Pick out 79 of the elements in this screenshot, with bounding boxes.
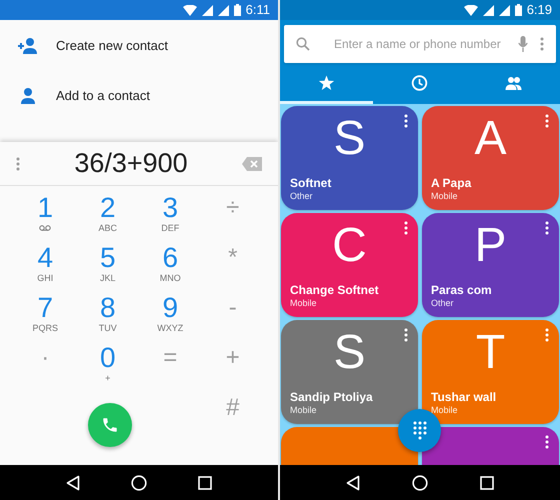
status-time: 6:19 xyxy=(526,1,552,20)
dial-key[interactable]: 3 DEF xyxy=(139,193,202,243)
battery-icon xyxy=(234,4,241,16)
dial-key[interactable]: 0 + xyxy=(76,343,139,393)
more-options-icon[interactable] xyxy=(545,435,549,449)
dial-key[interactable]: 9 WXYZ xyxy=(139,293,202,343)
contact-initial: T xyxy=(476,325,506,381)
more-options-icon[interactable] xyxy=(404,221,408,235)
contact-name: A Papa xyxy=(431,176,472,190)
star-icon xyxy=(318,75,336,91)
contact-type: Mobile xyxy=(431,190,458,202)
person-icon xyxy=(18,87,38,105)
operator-key[interactable]: = xyxy=(139,343,202,393)
wifi-icon xyxy=(464,4,478,16)
contact-initial: C xyxy=(332,218,367,274)
people-icon xyxy=(504,75,522,91)
contact-card[interactable]: S Sandip Ptoliya Mobile xyxy=(281,320,418,424)
microphone-icon[interactable] xyxy=(518,36,528,52)
operator-key[interactable]: # xyxy=(202,393,264,443)
dial-key[interactable]: 4 GHI xyxy=(14,243,76,293)
more-options-icon[interactable] xyxy=(545,328,549,342)
dial-input[interactable]: 36/3+900 xyxy=(20,143,242,184)
operator-key[interactable]: - xyxy=(202,293,264,343)
contact-initial: S xyxy=(333,325,366,381)
contact-initial: S xyxy=(333,111,366,167)
add-person-icon xyxy=(18,37,38,55)
menu-item[interactable]: Create new contact xyxy=(0,21,278,71)
contact-name: Sandip Ptoliya xyxy=(290,390,373,404)
home-icon[interactable] xyxy=(130,474,147,490)
contact-card[interactable]: S Softnet Other xyxy=(281,106,418,210)
contact-card[interactable]: T Tushar wall Mobile xyxy=(422,320,559,424)
contact-initial: A xyxy=(474,111,506,167)
recents-icon[interactable] xyxy=(480,476,494,490)
contact-type: Mobile xyxy=(431,404,458,416)
home-icon[interactable] xyxy=(412,474,428,490)
contact-card[interactable]: C Change Softnet Mobile xyxy=(281,213,418,317)
operator-key[interactable]: ÷ xyxy=(202,193,264,243)
dial-key[interactable]: 2 ABC xyxy=(76,193,139,243)
search-field[interactable]: Enter a name or phone number xyxy=(334,35,506,53)
clock-icon xyxy=(411,75,428,91)
contact-card[interactable]: A A Papa Mobile xyxy=(422,106,559,210)
back-icon[interactable] xyxy=(66,474,80,490)
more-options-icon[interactable] xyxy=(545,114,549,128)
recents-icon[interactable] xyxy=(198,476,212,490)
contact-name: Change Softnet xyxy=(290,283,379,297)
wifi-icon xyxy=(182,4,197,16)
dial-key[interactable]: 1 xyxy=(14,193,76,243)
more-options-icon[interactable] xyxy=(545,221,549,235)
contact-name: Paras com xyxy=(431,283,492,297)
more-options-icon[interactable] xyxy=(404,328,408,342)
battery-icon xyxy=(514,4,522,16)
search-bar[interactable]: Enter a name or phone number xyxy=(284,25,556,63)
contact-type: Mobile xyxy=(290,404,317,416)
signal-icon xyxy=(218,4,229,16)
back-icon[interactable] xyxy=(346,474,360,490)
operator-key[interactable]: · xyxy=(14,343,76,393)
contact-initial: P xyxy=(474,218,506,274)
contact-name: Softnet xyxy=(290,176,332,190)
dial-key[interactable]: 5 JKL xyxy=(76,243,139,293)
signal-icon xyxy=(202,4,213,16)
signal-icon xyxy=(498,4,510,16)
operator-key[interactable]: * xyxy=(202,243,264,293)
search-icon xyxy=(296,37,310,51)
dial-key[interactable]: 7 PQRS xyxy=(14,293,76,343)
call-button[interactable] xyxy=(88,403,132,447)
contact-type: Other xyxy=(431,297,454,309)
contact-card[interactable]: P Paras com Other xyxy=(422,213,559,317)
dial-key[interactable]: 8 TUV xyxy=(76,293,139,343)
phone-icon xyxy=(100,416,119,434)
menu-item[interactable]: Add to a contact xyxy=(0,71,278,121)
contact-type: Other xyxy=(290,190,313,202)
more-options-icon[interactable] xyxy=(404,114,408,128)
signal-icon xyxy=(482,4,494,16)
contact-type: Mobile xyxy=(290,297,317,309)
dialpad-icon xyxy=(412,421,426,440)
contact-name: Tushar wall xyxy=(431,390,496,404)
operator-key[interactable]: + xyxy=(202,343,264,393)
dial-key[interactable]: 6 MNO xyxy=(139,243,202,293)
status-time: 6:11 xyxy=(246,1,270,20)
